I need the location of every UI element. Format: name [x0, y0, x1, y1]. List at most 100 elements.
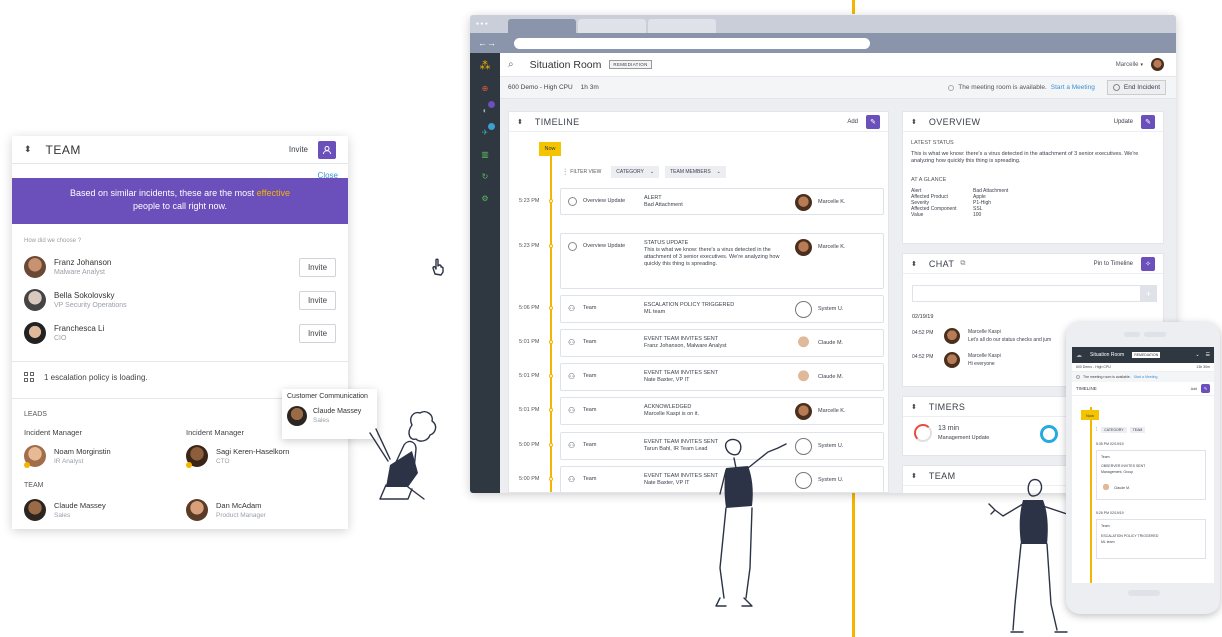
chevron-down-icon: ⌄ [716, 169, 721, 175]
sort-icon[interactable]: ⬍ [911, 118, 917, 126]
event-user: Marcelle K. [818, 244, 846, 250]
lead-member[interactable]: Sagi Keren-Haselkorn CTO [186, 445, 289, 467]
add-user-button[interactable] [318, 140, 336, 159]
latest-status-label: LATEST STATUS [911, 140, 954, 146]
close-link[interactable]: Close [318, 171, 338, 180]
address-bar: ←→ [470, 33, 1176, 53]
timer-value: 13 min [938, 425, 960, 432]
invite-button[interactable]: Invite [299, 323, 336, 343]
user-avatar[interactable] [1151, 58, 1164, 71]
add-link[interactable]: Add [847, 119, 858, 125]
invite-button[interactable]: Invite [299, 290, 336, 310]
sort-icon[interactable]: ⬍ [24, 144, 32, 155]
sort-icon[interactable]: ⬍ [911, 472, 917, 480]
timeline-event[interactable]: Overview Update STATUS UPDATE This is wh… [560, 233, 884, 289]
chat-send-button[interactable]: + [1140, 285, 1157, 302]
menu-icon[interactable]: ☰ [1206, 352, 1210, 358]
settings-icon[interactable]: ⚙ [470, 187, 500, 209]
broadcast-icon[interactable]: ✈ [470, 121, 500, 143]
add-link[interactable]: Add [1191, 387, 1197, 391]
timer-ring-icon [914, 424, 932, 442]
team-member[interactable]: Claude Massey Sales [24, 499, 106, 521]
person-role: IR Analyst [54, 458, 84, 465]
event-time: 5:06 PM [519, 305, 540, 311]
sort-icon[interactable]: ⬍ [911, 260, 917, 268]
timeline-event[interactable]: ⚇ Team ESCALATION POLICY TRIGGERED ML te… [560, 295, 884, 323]
browser-tab[interactable] [648, 19, 716, 33]
analytics-icon[interactable]: ▥ [470, 143, 500, 165]
how-chosen-link[interactable]: How did we choose ? [24, 238, 81, 244]
start-meeting-link[interactable]: Start a Meeting [1051, 84, 1095, 91]
phone-screen: ☁ Situation Room REMEDIATION ⌄ ☰ 600 Dem… [1072, 347, 1214, 583]
person-role: Sales [313, 417, 330, 424]
phone-category-dropdown[interactable]: CATEGORY [1101, 427, 1127, 433]
end-incident-button[interactable]: End Incident [1106, 80, 1166, 95]
add-event-button[interactable]: ✎ [1201, 384, 1210, 393]
chevron-down-icon: ⌄ [649, 169, 655, 175]
refresh-icon[interactable]: ↻ [470, 165, 500, 187]
glance-row: Value 100 [911, 212, 1008, 218]
event-time: 5:00 PM [519, 442, 540, 448]
event-type: Team [1101, 524, 1110, 528]
banner-highlight: effective [256, 188, 290, 198]
add-user-icon [323, 145, 331, 154]
phone-event[interactable]: Team OBSERVER INVITES SENT Management, G… [1096, 450, 1206, 500]
update-button[interactable]: ✎ [1141, 114, 1155, 129]
phone-event[interactable]: Team ESCALATION POLICY TRIGGERED ML team [1096, 519, 1206, 559]
timeline-event[interactable]: ⚇ Team ACKNOWLEDGED Marcelle Kaspi is on… [560, 397, 884, 425]
browser-tab[interactable] [578, 19, 646, 33]
update-link[interactable]: Update [1114, 119, 1133, 125]
phone-home-bar [1128, 590, 1160, 596]
chevron-down-icon[interactable]: ⌄ [1195, 352, 1199, 358]
nav-arrows-icon[interactable]: ←→ [478, 38, 496, 48]
team-icon: ⚇ [568, 475, 576, 484]
event-body: This is what we know: there's a virus de… [644, 247, 780, 267]
team-panel-title: TEAM [45, 142, 81, 157]
glance-table: Alert Bad Attachment Affected Product Appl… [911, 188, 1008, 218]
phone-title: Situation Room [1090, 352, 1125, 358]
timeline-event[interactable]: ⚇ Team EVENT TEAM INVITES SENT Franz Joh… [560, 329, 884, 357]
lead-member[interactable]: Noam Morginstin IR Analyst [24, 445, 111, 467]
team-members-dropdown[interactable]: TEAM MEMBERS ⌄ [665, 166, 726, 178]
list-item: Bella Sokolovsky VP Security Operations … [24, 283, 336, 317]
timeline-event[interactable]: Overview Update ALERT Bad Attachment Mar… [560, 188, 884, 215]
timeline-event[interactable]: ⚇ Team EVENT TEAM INVITES SENT Nate Baxt… [560, 363, 884, 391]
chevron-down-icon[interactable]: ▾ [1140, 62, 1143, 68]
status-circle-icon [948, 84, 955, 91]
invite-link[interactable]: Invite [289, 145, 308, 154]
pin-link[interactable]: Pin to Timeline [1094, 261, 1133, 267]
filter-bar: ⫶ FILTER VIEW CATEGORY ⌄ TEAM MEMBERS ⌄ [564, 166, 726, 178]
start-meeting-link[interactable]: Start a Meeting [1134, 375, 1158, 379]
escalation-status: 1 escalation policy is loading. [24, 372, 148, 382]
banner-text: Based on similar incidents, these are th… [70, 188, 257, 198]
filter-icon[interactable]: ⫶ [1096, 427, 1097, 433]
timeline-card: ⬍ TIMELINE Add ✎ Now ⫶ FILTER VIEW CATEG… [508, 111, 889, 493]
invite-button[interactable]: Invite [299, 257, 336, 277]
search-icon[interactable]: ⌕ [508, 59, 514, 70]
alerts-icon[interactable]: ◐ [470, 99, 500, 121]
phone-team-dropdown[interactable]: TEAM [1129, 427, 1146, 433]
status-dot [24, 462, 30, 468]
add-event-button[interactable]: ✎ [866, 114, 880, 129]
url-field[interactable] [514, 37, 870, 49]
filter-icon[interactable]: ⫶ [564, 167, 566, 178]
incident-icon[interactable]: ⊕ [470, 77, 500, 99]
user-menu[interactable]: Marcelle [1116, 62, 1139, 68]
browser-tab[interactable] [508, 19, 576, 33]
latest-status-text: This is what we know: there's a virus de… [911, 151, 1139, 164]
category-dropdown[interactable]: CATEGORY ⌄ [611, 166, 660, 178]
avatar [944, 352, 960, 368]
pin-button[interactable]: ✧ [1141, 256, 1155, 271]
sort-icon[interactable]: ⬍ [517, 118, 523, 126]
team-member[interactable]: Dan McAdam Product Manager [186, 499, 266, 521]
popout-icon[interactable]: ⧉ [960, 260, 965, 268]
timeline-dot [549, 199, 553, 203]
logo-icon[interactable]: ⁂ [470, 53, 500, 77]
notification-badge [488, 123, 495, 130]
event-type: Team [583, 305, 597, 311]
event-type: Team [583, 373, 597, 379]
escalation-text: 1 escalation policy is loading. [44, 372, 148, 382]
chat-input[interactable] [912, 285, 1142, 302]
event-user: Marcelle K. [818, 199, 846, 205]
sort-icon[interactable]: ⬍ [911, 403, 917, 411]
